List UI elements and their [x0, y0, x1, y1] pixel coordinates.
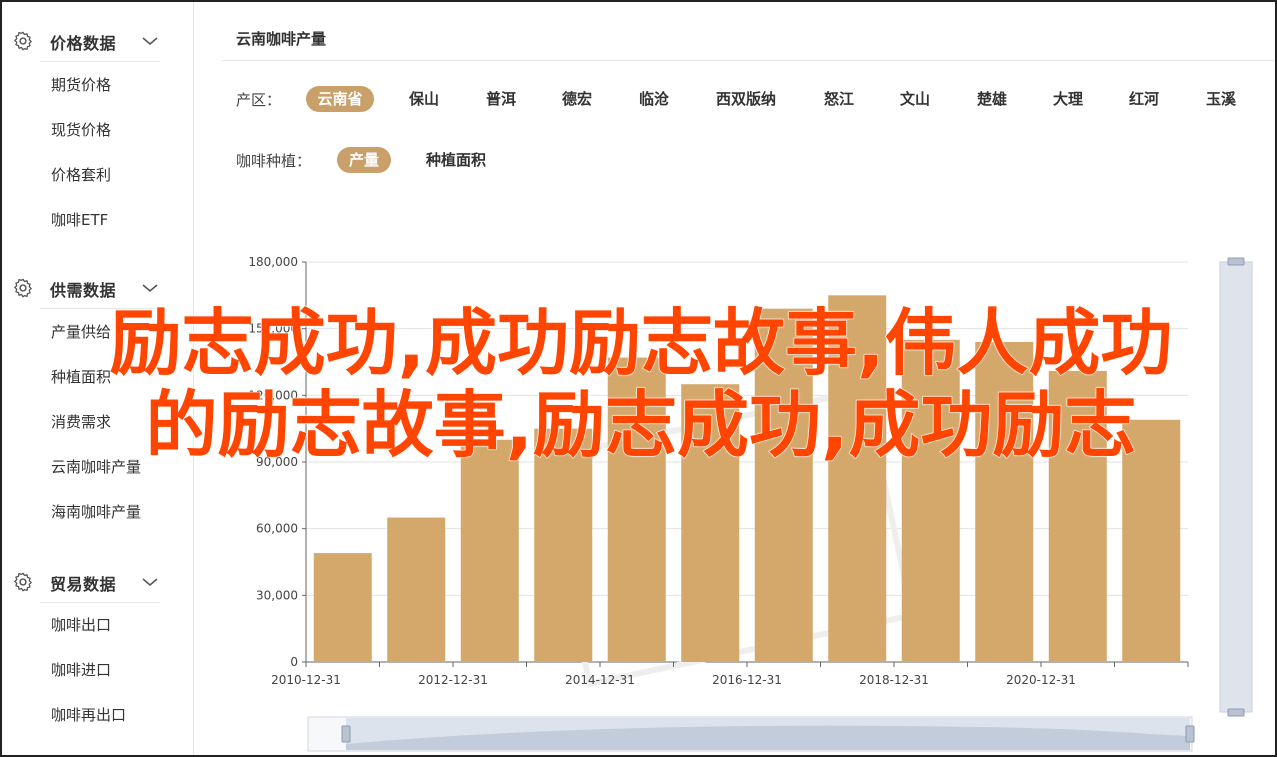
bar[interactable]	[681, 384, 740, 662]
bar[interactable]	[828, 295, 887, 662]
vertical-zoom-handle-bottom[interactable]	[1227, 708, 1245, 717]
x-tick-label: 2020-12-31	[1006, 673, 1076, 687]
vertical-zoom-track[interactable]	[1219, 261, 1253, 713]
vertical-zoom-handle-top[interactable]	[1227, 257, 1245, 266]
x-tick-label: 2018-12-31	[859, 673, 929, 687]
y-tick-label: 0	[290, 655, 298, 669]
horizontal-zoom-handle-left[interactable]	[341, 725, 351, 743]
y-tick-label: 30,000	[256, 588, 298, 602]
x-tick-label: 2012-12-31	[418, 673, 488, 687]
bar[interactable]	[460, 439, 519, 662]
y-tick-label: 180,000	[248, 255, 298, 269]
y-tick-label: 90,000	[256, 455, 298, 469]
y-tick-label: 150,000	[248, 322, 298, 336]
bar[interactable]	[1048, 370, 1107, 662]
bar[interactable]	[754, 308, 813, 662]
x-tick-label: 2010-12-31	[271, 673, 341, 687]
x-tick-label: 2014-12-31	[565, 673, 635, 687]
x-tick-label: 2016-12-31	[712, 673, 782, 687]
y-tick-label: 120,000	[248, 388, 298, 402]
app-window: 价格数据 期货价格 现货价格 价格套利 咖啡ETF 供需数据 产量供给 种植面积…	[0, 0, 1277, 757]
bar[interactable]	[313, 553, 372, 662]
bar[interactable]	[607, 357, 666, 662]
bar[interactable]	[534, 428, 593, 662]
horizontal-zoom-handle-right[interactable]	[1185, 725, 1195, 743]
bar[interactable]	[1122, 419, 1181, 662]
bar[interactable]	[901, 339, 960, 662]
bar[interactable]	[387, 517, 446, 662]
production-bar-chart: 0 30,000 60,000 90,000 120,000 150,000 180,000…	[248, 255, 1253, 752]
bar[interactable]	[975, 342, 1034, 662]
y-tick-label: 60,000	[256, 522, 298, 536]
